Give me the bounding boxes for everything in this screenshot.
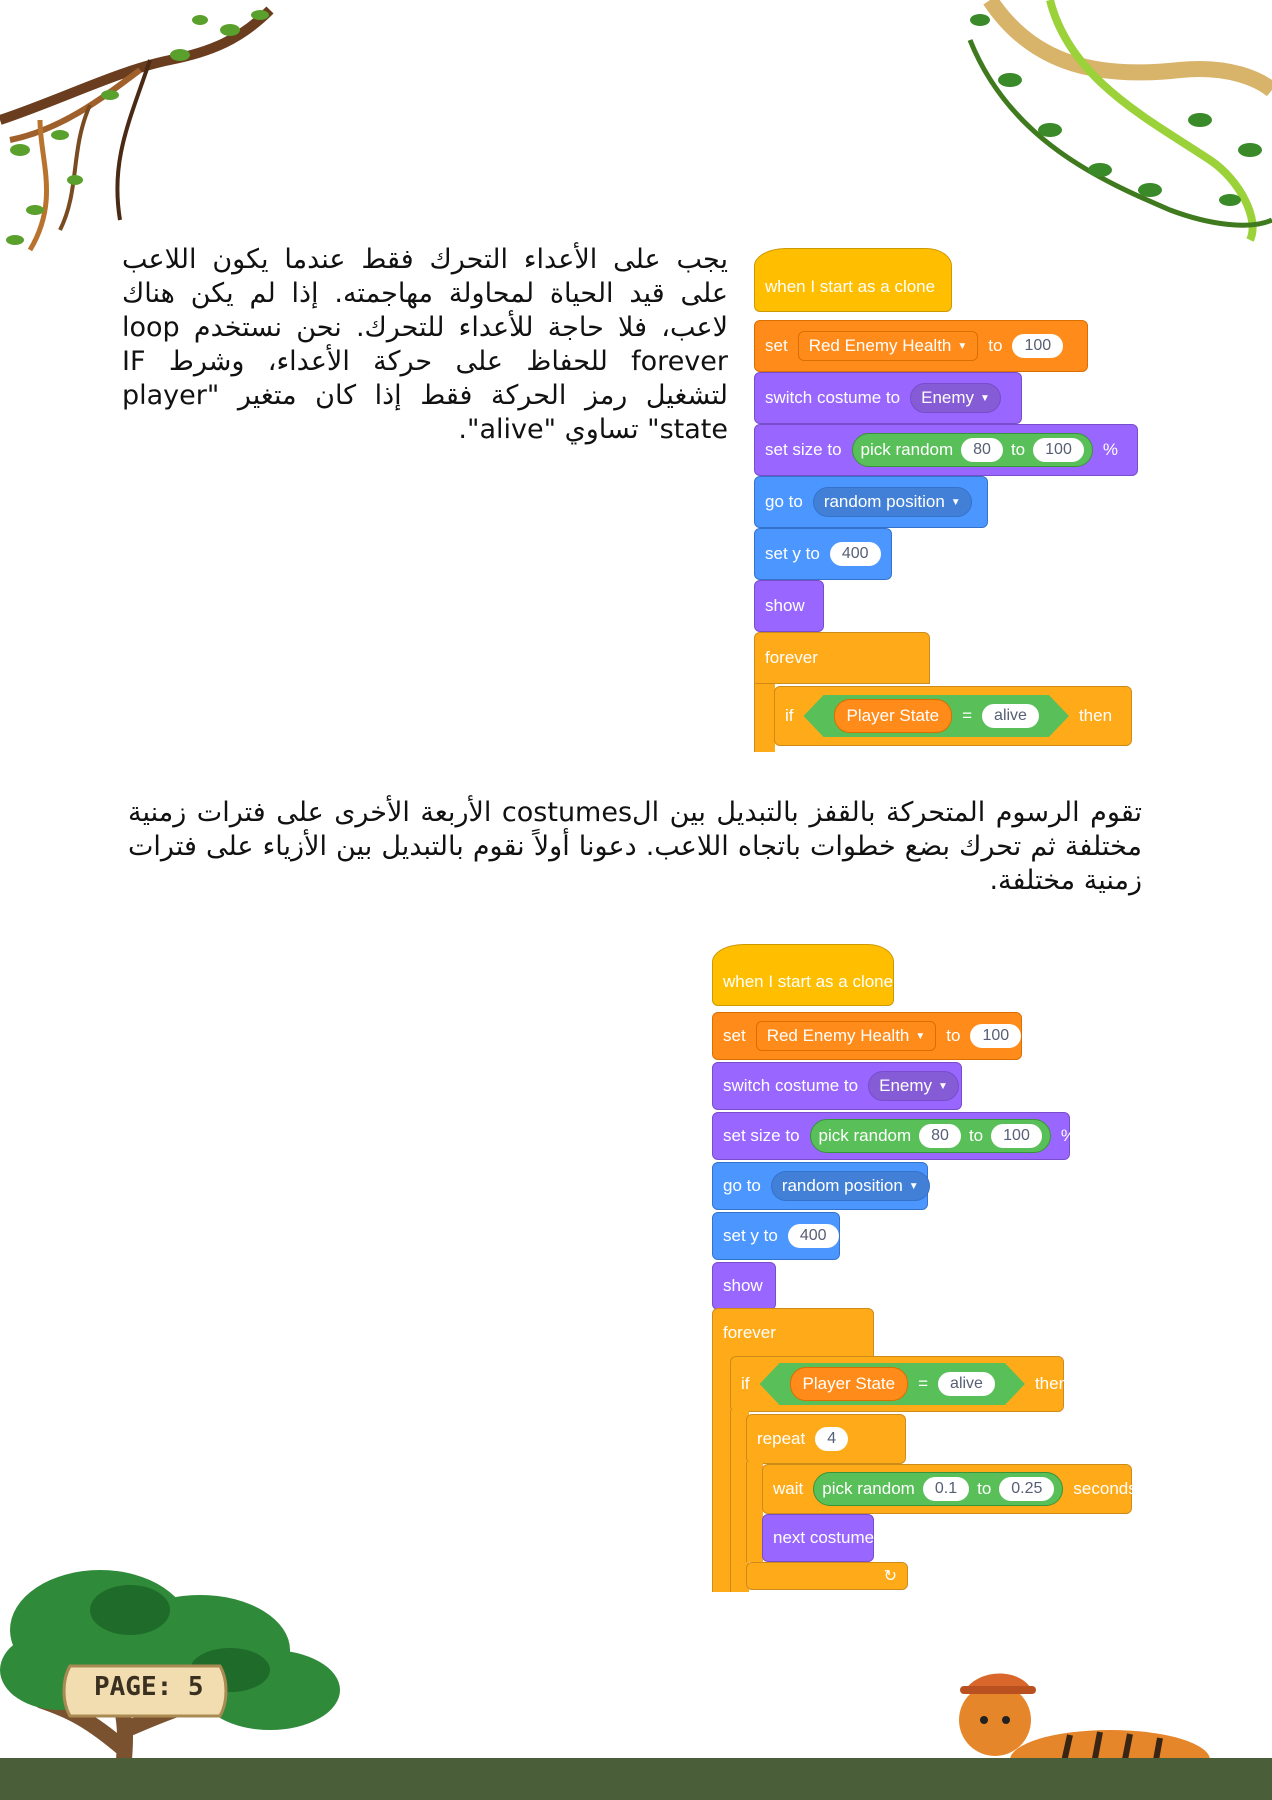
dropdown-caret-icon: ▼ — [950, 496, 961, 508]
y-value-input[interactable]: 400 — [787, 1224, 839, 1248]
variable-dropdown[interactable]: Red Enemy Health ▼ — [797, 331, 979, 361]
dropdown-caret-icon: ▼ — [915, 1030, 926, 1042]
alive-input[interactable]: alive — [982, 704, 1039, 728]
set-y-block: set y to 400 — [712, 1212, 840, 1260]
alive-input[interactable]: alive — [938, 1372, 995, 1396]
set-variable-block: set Red Enemy Health ▼ to 100 — [712, 1012, 1022, 1060]
set-size-block: set size to pick random 80 to 100 % — [754, 424, 1138, 476]
position-dropdown[interactable]: random position ▼ — [812, 487, 972, 517]
value-input[interactable]: 100 — [970, 1024, 1022, 1048]
pick-random-operator: pick random 80 to 100 — [851, 433, 1093, 467]
switch-costume-block: switch costume to Enemy ▼ — [754, 372, 1022, 424]
repeat-block-footer: ↻ — [746, 1562, 908, 1590]
position-dropdown[interactable]: random position ▼ — [770, 1171, 930, 1201]
when-clone-hat-block: when I start as a clone — [712, 944, 894, 1006]
equals-operator: Player State = alive — [760, 1363, 1025, 1405]
pick-random-operator: pick random 80 to 100 — [809, 1119, 1051, 1153]
paragraph-costume-animation: تقوم الرسوم المتحركة بالقفز بالتبديل بين… — [128, 797, 1142, 896]
value-input[interactable]: 100 — [1012, 334, 1064, 358]
go-to-block: go to random position ▼ — [754, 476, 988, 528]
if-then-block: if Player State = alive then — [774, 686, 1132, 746]
switch-costume-block: switch costume to Enemy ▼ — [712, 1062, 962, 1110]
show-block: show — [754, 580, 824, 632]
ground-strip — [0, 1758, 1272, 1800]
forever-block: forever — [754, 632, 930, 684]
player-state-reporter[interactable]: Player State — [834, 699, 953, 733]
dropdown-caret-icon: ▼ — [957, 340, 968, 352]
player-state-reporter[interactable]: Player State — [790, 1367, 909, 1401]
forever-block: forever — [712, 1308, 874, 1358]
set-size-block: set size to pick random 80 to 100 % — [712, 1112, 1076, 1160]
when-clone-hat-block: when I start as a clone — [754, 248, 952, 312]
repeat-block: repeat 4 — [746, 1414, 906, 1464]
equals-operator: Player State = alive — [804, 695, 1069, 737]
costume-dropdown[interactable]: Enemy ▼ — [910, 383, 1001, 413]
dropdown-caret-icon: ▼ — [938, 1080, 948, 1092]
y-value-input[interactable]: 400 — [829, 542, 881, 566]
random-max-input[interactable]: 100 — [991, 1124, 1042, 1148]
variable-dropdown[interactable]: Red Enemy Health ▼ — [755, 1021, 937, 1051]
repeat-block-arm — [746, 1462, 763, 1562]
set-variable-block: set Red Enemy Health ▼ to 100 — [754, 320, 1088, 372]
vine-top-left-illustration — [0, 6, 274, 252]
if-then-block: if Player State = alive then — [730, 1356, 1068, 1412]
set-y-block: set y to 400 — [754, 528, 892, 580]
next-costume-block: next costume — [762, 1514, 874, 1562]
random-min-input[interactable]: 80 — [961, 438, 1003, 462]
random-min-input[interactable]: 80 — [919, 1124, 961, 1148]
wait-min-input[interactable]: 0.1 — [922, 1477, 970, 1501]
show-block: show — [712, 1262, 776, 1310]
dropdown-caret-icon: ▼ — [980, 392, 990, 404]
vine-top-right-illustration — [967, 0, 1272, 242]
forever-block-arm — [754, 684, 775, 752]
wait-max-input[interactable]: 0.25 — [999, 1477, 1055, 1501]
repeat-count-input[interactable]: 4 — [815, 1427, 849, 1451]
dropdown-caret-icon: ▼ — [908, 1180, 919, 1192]
go-to-block: go to random position ▼ — [712, 1162, 930, 1210]
paragraph-enemy-movement: يجب على الأعداء التحرك فقط عندما يكون ال… — [122, 244, 728, 445]
repeat-arrow-icon: ↻ — [883, 1568, 897, 1585]
pick-random-operator: pick random 0.1 to 0.25 — [813, 1472, 1064, 1506]
random-max-input[interactable]: 100 — [1033, 438, 1084, 462]
costume-dropdown[interactable]: Enemy ▼ — [868, 1071, 959, 1101]
page-number-label: PAGE: 5 — [94, 1672, 204, 1702]
wait-block: wait pick random 0.1 to 0.25 seconds — [762, 1464, 1137, 1514]
